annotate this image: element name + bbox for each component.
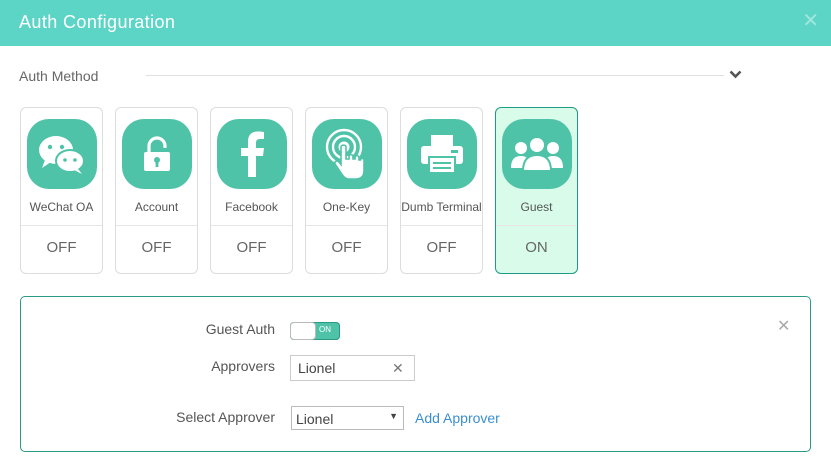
auth-card-state: ON [525, 239, 548, 256]
dialog-header: Auth Configuration ✕ [0, 0, 831, 46]
guest-auth-panel: ✕ Guest Auth ON Approvers Lionel ✕ Selec… [20, 296, 811, 452]
auth-card-wechat-oa[interactable]: WeChat OA OFF [20, 107, 103, 274]
wechat-icon [27, 119, 97, 189]
auth-card-label: Guest [520, 200, 553, 214]
auth-card-label: One-Key [322, 200, 371, 214]
auth-method-label: Auth Method [19, 68, 99, 84]
approvers-field[interactable]: Lionel ✕ [290, 355, 415, 381]
card-divider [211, 225, 292, 226]
lock-icon [122, 119, 192, 189]
auth-card-facebook[interactable]: Facebook OFF [210, 107, 293, 274]
dialog-title: Auth Configuration [19, 12, 176, 32]
printer-icon [407, 119, 477, 189]
auth-card-dumb-terminal[interactable]: Dumb Terminal OFF [400, 107, 483, 274]
section-divider [146, 75, 724, 76]
card-divider [116, 225, 197, 226]
auth-card-guest[interactable]: Guest ON [495, 107, 578, 274]
auth-card-state: OFF [46, 239, 77, 256]
guest-auth-label: Guest Auth [205, 321, 275, 337]
auth-card-label: WeChat OA [29, 200, 94, 214]
auth-card-label: Account [134, 200, 179, 214]
approvers-label: Approvers [211, 358, 275, 374]
card-divider [21, 225, 102, 226]
selected-approver: Lionel [296, 411, 334, 427]
auth-card-one-key[interactable]: One-Key OFF [305, 107, 388, 274]
auth-card-state: OFF [331, 239, 362, 256]
dropdown-arrow-icon: ▼ [389, 411, 398, 421]
tap-icon [312, 119, 382, 189]
add-approver-link[interactable]: Add Approver [415, 410, 500, 426]
card-divider [496, 225, 577, 226]
remove-approver-icon[interactable]: ✕ [392, 360, 404, 376]
auth-card-label: Facebook [225, 200, 278, 214]
users-icon [502, 119, 572, 189]
facebook-icon [217, 119, 287, 189]
close-icon[interactable]: ✕ [802, 11, 819, 31]
auth-card-state: OFF [236, 239, 267, 256]
approver-tag: Lionel [298, 360, 336, 376]
toggle-knob [290, 322, 316, 340]
card-divider [401, 225, 482, 226]
auth-card-account[interactable]: Account OFF [115, 107, 198, 274]
chevron-down-icon[interactable] [729, 70, 742, 79]
select-approver-label: Select Approver [176, 409, 275, 425]
auth-card-label: Dumb Terminal [401, 200, 482, 214]
auth-card-state: OFF [426, 239, 457, 256]
card-divider [306, 225, 387, 226]
close-panel-icon[interactable]: ✕ [777, 319, 790, 335]
toggle-on-text: ON [319, 325, 331, 334]
approver-select[interactable]: Lionel ▼ [291, 406, 404, 430]
guest-auth-toggle[interactable]: ON [290, 322, 340, 340]
auth-card-state: OFF [141, 239, 172, 256]
